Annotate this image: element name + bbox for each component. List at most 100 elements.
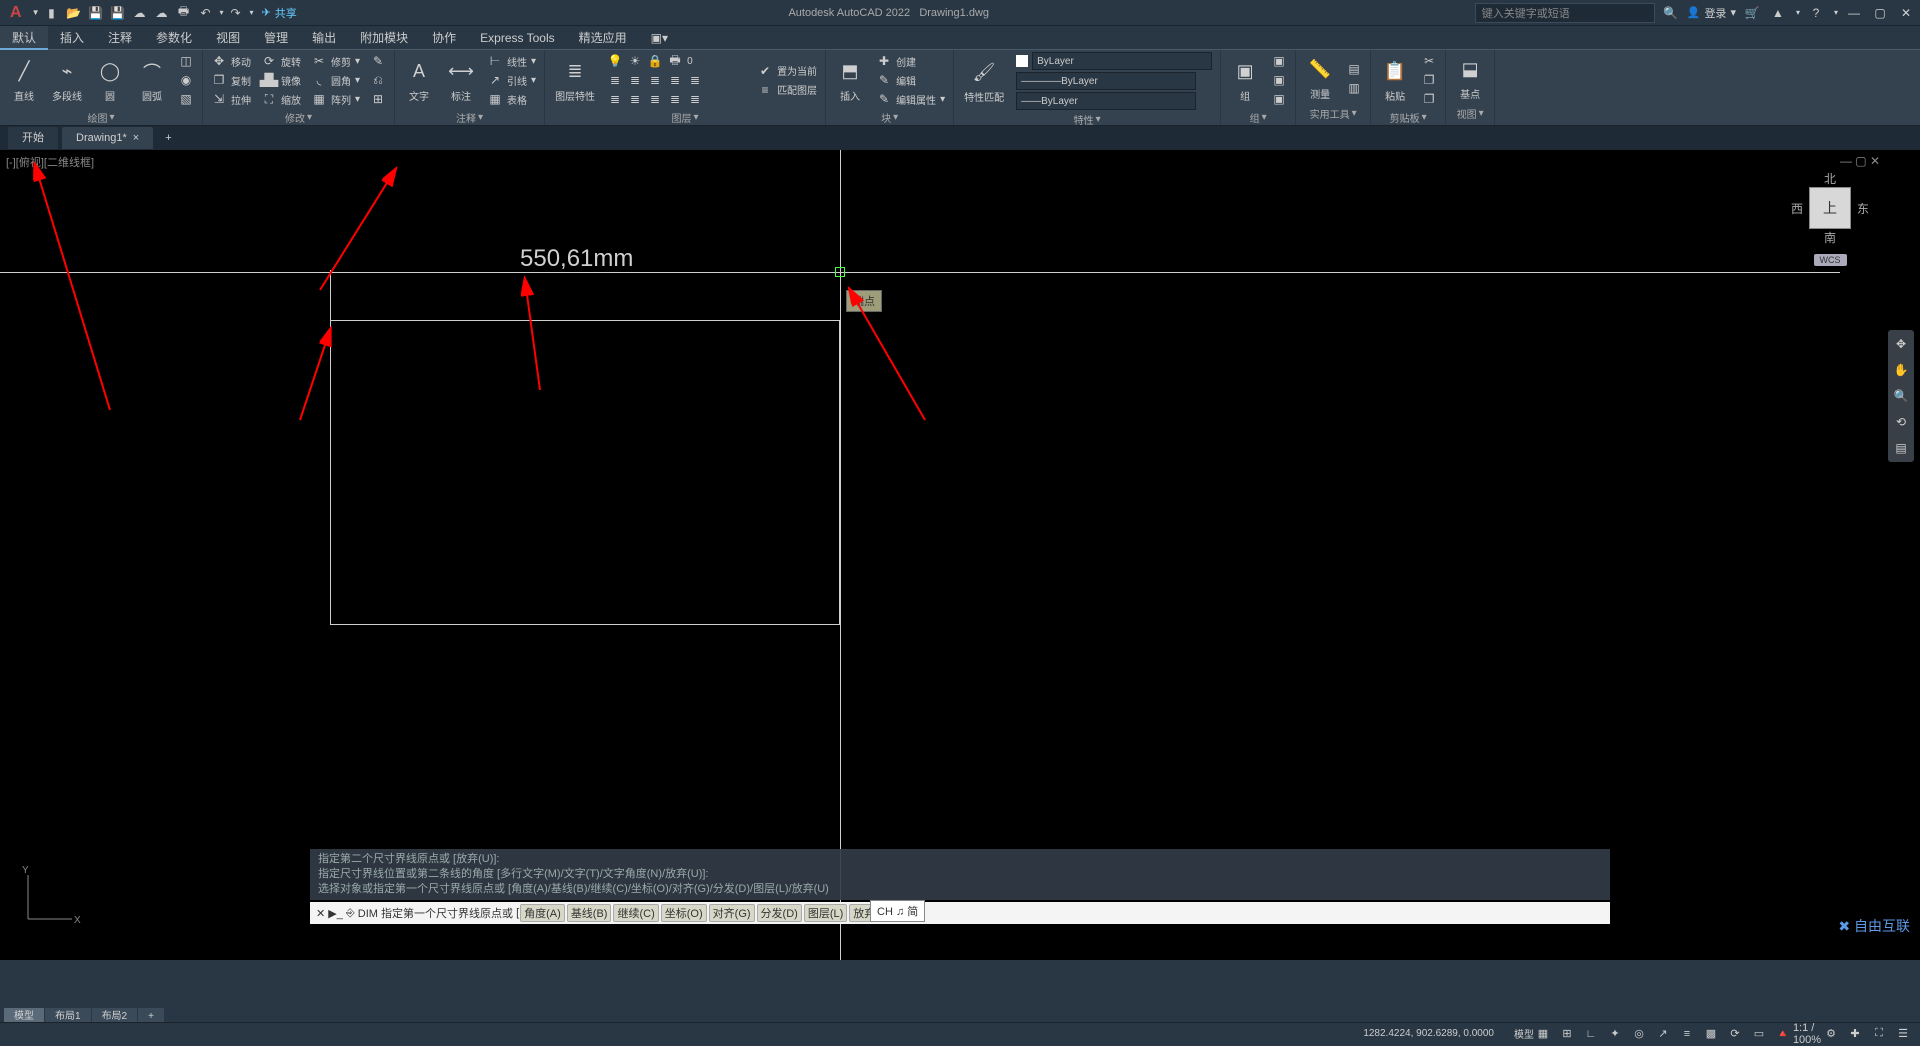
color-select[interactable]: ByLayer <box>1012 52 1216 70</box>
mirror-button[interactable]: ▟▙镜像 <box>257 71 305 89</box>
layer-row3[interactable]: ≣≣≣≣≣ <box>603 90 751 108</box>
base-button[interactable]: ⬓基点 <box>1450 54 1490 103</box>
circle-button[interactable]: ◯圆 <box>90 56 130 105</box>
editattr-button[interactable]: ✎编辑属性 ▾ <box>872 90 949 108</box>
move-button[interactable]: ✥移动 <box>207 52 255 70</box>
ortho-toggle-icon[interactable]: ∟ <box>1582 1025 1600 1043</box>
panel-view-title[interactable]: 视图 <box>1457 106 1477 121</box>
drawing-canvas[interactable]: [-][俯视][二维线框] — ▢ ✕ 550,61mm 端点 YX 北 西 上… <box>0 150 1920 960</box>
modify-small-2[interactable]: ⎌ <box>366 71 390 89</box>
autodesk-icon[interactable]: ▲ <box>1768 3 1788 23</box>
cloud-save-icon[interactable]: ☁ <box>151 3 171 23</box>
nav-wheel-icon[interactable]: ✥ <box>1891 334 1911 354</box>
util-s2[interactable]: ▥ <box>1342 79 1366 97</box>
setcurrent-button[interactable]: ✔置为当前 <box>753 62 821 80</box>
maximize-icon[interactable]: ▢ <box>1870 3 1890 23</box>
matchlayer-button[interactable]: ≡匹配图层 <box>753 81 821 99</box>
status-scale[interactable]: 1:1 / 100% <box>1798 1025 1816 1043</box>
panel-draw-title[interactable]: 绘图 <box>87 110 107 125</box>
otrack-toggle-icon[interactable]: ↗ <box>1654 1025 1672 1043</box>
draw-small-2[interactable]: ◉ <box>174 71 198 89</box>
group-s2[interactable]: ▣ <box>1267 71 1291 89</box>
tab-more-icon[interactable]: ▣▾ <box>639 26 680 50</box>
plot-icon[interactable]: 🖶 <box>173 3 193 23</box>
tab-insert[interactable]: 插入 <box>48 26 96 50</box>
leader-button[interactable]: ↗引线 ▾ <box>483 71 540 89</box>
panel-prop-title[interactable]: 特性 <box>1074 112 1094 127</box>
nav-orbit-icon[interactable]: ⟲ <box>1891 412 1911 432</box>
modify-small-3[interactable]: ⊞ <box>366 90 390 108</box>
new-icon[interactable]: ▮ <box>41 3 61 23</box>
stretch-button[interactable]: ⇲拉伸 <box>207 90 255 108</box>
array-button[interactable]: ▦阵列 ▾ <box>307 90 364 108</box>
gear-icon[interactable]: ⚙ <box>1822 1025 1840 1043</box>
edit-block-button[interactable]: ✎编辑 <box>872 71 949 89</box>
copyclip-button[interactable]: ❐ <box>1417 71 1441 89</box>
polyline-button[interactable]: ⌁多段线 <box>46 56 88 105</box>
panel-util-title[interactable]: 实用工具 <box>1310 106 1350 121</box>
tab-view[interactable]: 视图 <box>204 26 252 50</box>
tab-manage[interactable]: 管理 <box>252 26 300 50</box>
snap-toggle-icon[interactable]: ⊞ <box>1558 1025 1576 1043</box>
viewport-controls[interactable]: [-][俯视][二维线框] <box>6 154 94 170</box>
ime-indicator[interactable]: CH ♫ 简 <box>870 900 925 922</box>
matchprop-button[interactable]: 🖌特性匹配 <box>958 57 1010 106</box>
panel-group-title[interactable]: 组 <box>1250 110 1260 125</box>
nav-pan-icon[interactable]: ✋ <box>1891 360 1911 380</box>
tab-start[interactable]: 开始 <box>8 127 58 149</box>
dyn-input-icon[interactable]: ▭ <box>1750 1025 1768 1043</box>
cart-icon[interactable]: 🛒 <box>1742 3 1762 23</box>
draw-small-1[interactable]: ◫ <box>174 52 198 70</box>
cloud-open-icon[interactable]: ☁ <box>129 3 149 23</box>
bulb-icon[interactable]: 💡 <box>607 53 623 69</box>
app-menu-arrow[interactable]: ▼ <box>32 8 40 17</box>
coords-readout[interactable]: 1282.4224, 902.6289, 0.0000 <box>1363 1028 1494 1039</box>
open-icon[interactable]: 📂 <box>63 3 83 23</box>
sun-icon[interactable]: ☀ <box>627 53 643 69</box>
nav-showmotion-icon[interactable]: ▤ <box>1891 438 1911 458</box>
lwt-toggle-icon[interactable]: ≡ <box>1678 1025 1696 1043</box>
grid-toggle-icon[interactable]: ▦ <box>1534 1025 1552 1043</box>
rotate-button[interactable]: ⟳旋转 <box>257 52 305 70</box>
tab-annotate[interactable]: 注释 <box>96 26 144 50</box>
copy-button[interactable]: ❐复制 <box>207 71 255 89</box>
customize-icon[interactable]: ☰ <box>1894 1025 1912 1043</box>
lock-icon[interactable]: 🔒 <box>647 53 663 69</box>
dim-button[interactable]: ⟷标注 <box>441 56 481 105</box>
lineweight-select[interactable]: ———— ByLayer <box>1012 72 1216 90</box>
group-s3[interactable]: ▣ <box>1267 90 1291 108</box>
minimize-icon[interactable]: — <box>1844 3 1864 23</box>
search-icon[interactable]: 🔍 <box>1661 3 1681 23</box>
ucs-icon[interactable]: YX <box>18 869 78 932</box>
close-icon[interactable]: ✕ <box>1896 3 1916 23</box>
draw-small-3[interactable]: ▧ <box>174 90 198 108</box>
status-model[interactable]: 模型 <box>1514 1026 1534 1041</box>
panel-block-title[interactable]: 块 <box>881 110 891 125</box>
create-block-button[interactable]: ✚创建 <box>872 52 949 70</box>
copybase-button[interactable]: ❐ <box>1417 90 1441 108</box>
status-plus-icon[interactable]: ✚ <box>1846 1025 1864 1043</box>
modify-small-1[interactable]: ✎ <box>366 52 390 70</box>
fullscreen-icon[interactable]: ⛶ <box>1870 1025 1888 1043</box>
plot-layer-icon[interactable]: 🖶 <box>667 53 683 69</box>
tab-default[interactable]: 默认 <box>0 26 48 50</box>
cycling-icon[interactable]: ⟳ <box>1726 1025 1744 1043</box>
group-s1[interactable]: ▣ <box>1267 52 1291 70</box>
trim-button[interactable]: ✂修剪 ▾ <box>307 52 364 70</box>
tab-drawing1[interactable]: Drawing1* × <box>62 127 153 149</box>
share-button[interactable]: ✈ 共享 <box>256 5 303 21</box>
paste-button[interactable]: 📋粘贴 <box>1375 56 1415 105</box>
util-s1[interactable]: ▤ <box>1342 60 1366 78</box>
tab-collab[interactable]: 协作 <box>420 26 468 50</box>
panel-layers-title[interactable]: 图层 <box>672 110 692 125</box>
tab-parametric[interactable]: 参数化 <box>144 26 204 50</box>
panel-modify-title[interactable]: 修改 <box>285 110 305 125</box>
layerprops-button[interactable]: ≣图层特性 <box>549 56 601 105</box>
tab-output[interactable]: 输出 <box>300 26 348 50</box>
text-button[interactable]: A文字 <box>399 56 439 105</box>
line-button[interactable]: ╱直线 <box>4 56 44 105</box>
viewcube[interactable]: 北 西 上 东 南 WCS <box>1770 170 1890 310</box>
app-logo[interactable]: A <box>4 4 28 22</box>
insert-button[interactable]: ⬒插入 <box>830 56 870 105</box>
saveas-icon[interactable]: 💾 <box>107 3 127 23</box>
